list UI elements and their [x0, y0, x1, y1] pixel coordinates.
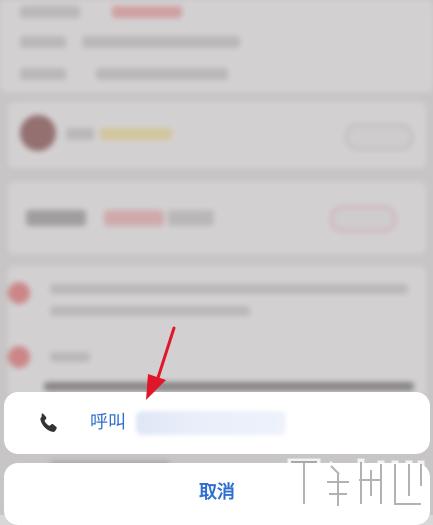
cancel-label: 取消: [199, 482, 235, 503]
call-option-button[interactable]: 呼叫: [4, 392, 430, 454]
phone-icon: [34, 410, 62, 438]
blurred-phone-number: [136, 411, 286, 435]
watermark-logo-icon: [287, 458, 425, 510]
call-label: 呼叫: [90, 412, 126, 433]
